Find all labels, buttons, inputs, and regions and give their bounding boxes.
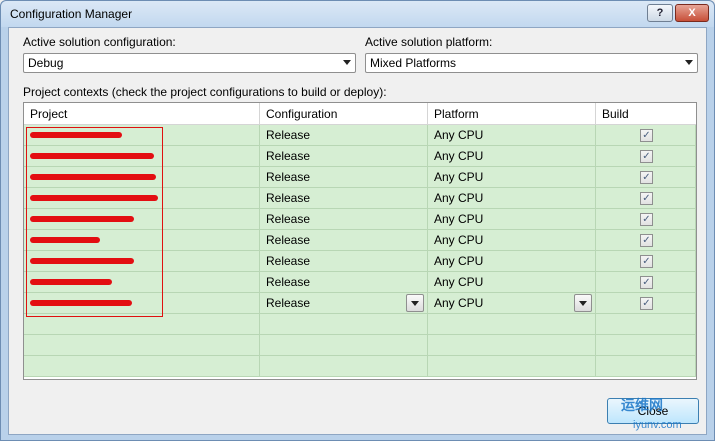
active-config-label: Active solution configuration:	[23, 35, 176, 49]
platform-cell[interactable]: Any CPU	[428, 293, 596, 313]
configuration-cell[interactable]: Release	[260, 188, 428, 208]
project-name-redacted	[24, 209, 260, 229]
project-contexts-grid: Project Configuration Platform Build Rel…	[23, 102, 697, 380]
configuration-cell[interactable]: Release	[260, 272, 428, 292]
build-cell: ✓	[596, 251, 696, 271]
table-row[interactable]: Release Any CPU ✓	[24, 251, 696, 272]
build-checkbox[interactable]: ✓	[640, 297, 653, 310]
active-platform-label: Active solution platform:	[365, 35, 493, 49]
platform-cell[interactable]: Any CPU	[428, 209, 596, 229]
platform-cell[interactable]: Any CPU	[428, 125, 596, 145]
platform-cell[interactable]: Any CPU	[428, 230, 596, 250]
chevron-down-icon	[343, 60, 351, 65]
build-cell: ✓	[596, 146, 696, 166]
project-name-redacted	[24, 188, 260, 208]
build-cell: ✓	[596, 188, 696, 208]
build-cell: ✓	[596, 209, 696, 229]
title-bar[interactable]: Configuration Manager ? X	[1, 1, 714, 27]
build-checkbox[interactable]: ✓	[640, 213, 653, 226]
build-checkbox[interactable]: ✓	[640, 192, 653, 205]
build-cell: ✓	[596, 293, 696, 313]
table-row[interactable]: Release Any CPU ✓	[24, 188, 696, 209]
build-cell: ✓	[596, 230, 696, 250]
configuration-cell[interactable]: Release	[260, 209, 428, 229]
configuration-cell[interactable]: Release	[260, 146, 428, 166]
configuration-value: Release	[266, 296, 311, 310]
build-cell: ✓	[596, 167, 696, 187]
platform-cell[interactable]: Any CPU	[428, 188, 596, 208]
project-name-redacted	[24, 251, 260, 271]
empty-row	[24, 356, 696, 377]
table-row[interactable]: Release Any CPU ✓	[24, 167, 696, 188]
configuration-dropdown-button[interactable]	[406, 294, 424, 312]
grid-rows: Release Any CPU ✓ Release Any CPU ✓ Rele…	[24, 125, 696, 377]
platform-cell[interactable]: Any CPU	[428, 272, 596, 292]
column-header-project[interactable]: Project	[24, 103, 260, 125]
table-row[interactable]: Release Any CPU ✓	[24, 146, 696, 167]
empty-row	[24, 335, 696, 356]
configuration-manager-window: Configuration Manager ? X Active solutio…	[0, 0, 715, 441]
configuration-cell[interactable]: Release	[260, 293, 428, 313]
build-checkbox[interactable]: ✓	[640, 276, 653, 289]
watermark-url: iyunv.com	[633, 419, 682, 431]
project-name-redacted	[24, 230, 260, 250]
empty-row	[24, 314, 696, 335]
project-name-redacted	[24, 167, 260, 187]
active-platform-select[interactable]: Mixed Platforms	[365, 53, 698, 73]
column-header-build[interactable]: Build	[596, 103, 696, 125]
platform-cell[interactable]: Any CPU	[428, 167, 596, 187]
watermark-logo: 运维网	[621, 397, 663, 413]
platform-value: Any CPU	[434, 296, 484, 310]
table-row[interactable]: Release Any CPU ✓	[24, 272, 696, 293]
grid-header: Project Configuration Platform Build	[24, 103, 696, 125]
project-contexts-label: Project contexts (check the project conf…	[23, 85, 387, 99]
table-row[interactable]: Release Any CPU ✓	[24, 209, 696, 230]
project-name-redacted	[24, 272, 260, 292]
window-title: Configuration Manager	[10, 7, 133, 21]
build-cell: ✓	[596, 272, 696, 292]
active-config-value: Debug	[28, 56, 64, 70]
project-name-redacted	[24, 293, 260, 313]
active-platform-value: Mixed Platforms	[370, 56, 457, 70]
configuration-cell[interactable]: Release	[260, 167, 428, 187]
build-checkbox[interactable]: ✓	[640, 171, 653, 184]
active-config-select[interactable]: Debug	[23, 53, 356, 73]
column-header-platform[interactable]: Platform	[428, 103, 596, 125]
configuration-cell[interactable]: Release	[260, 230, 428, 250]
build-checkbox[interactable]: ✓	[640, 234, 653, 247]
build-checkbox[interactable]: ✓	[640, 255, 653, 268]
project-name-redacted	[24, 146, 260, 166]
column-header-configuration[interactable]: Configuration	[260, 103, 428, 125]
platform-cell[interactable]: Any CPU	[428, 146, 596, 166]
chevron-down-icon	[685, 60, 693, 65]
table-row[interactable]: Release Any CPU ✓	[24, 230, 696, 251]
build-checkbox[interactable]: ✓	[640, 150, 653, 163]
build-checkbox[interactable]: ✓	[640, 129, 653, 142]
help-button[interactable]: ?	[647, 4, 673, 22]
platform-cell[interactable]: Any CPU	[428, 251, 596, 271]
window-close-button[interactable]: X	[675, 4, 709, 22]
table-row[interactable]: Release Any CPU ✓	[24, 125, 696, 146]
table-row[interactable]: Release Any CPU ✓	[24, 293, 696, 314]
build-cell: ✓	[596, 125, 696, 145]
platform-dropdown-button[interactable]	[574, 294, 592, 312]
dialog-body: Active solution configuration: Debug Act…	[8, 27, 707, 435]
project-name-redacted	[24, 125, 260, 145]
configuration-cell[interactable]: Release	[260, 125, 428, 145]
configuration-cell[interactable]: Release	[260, 251, 428, 271]
